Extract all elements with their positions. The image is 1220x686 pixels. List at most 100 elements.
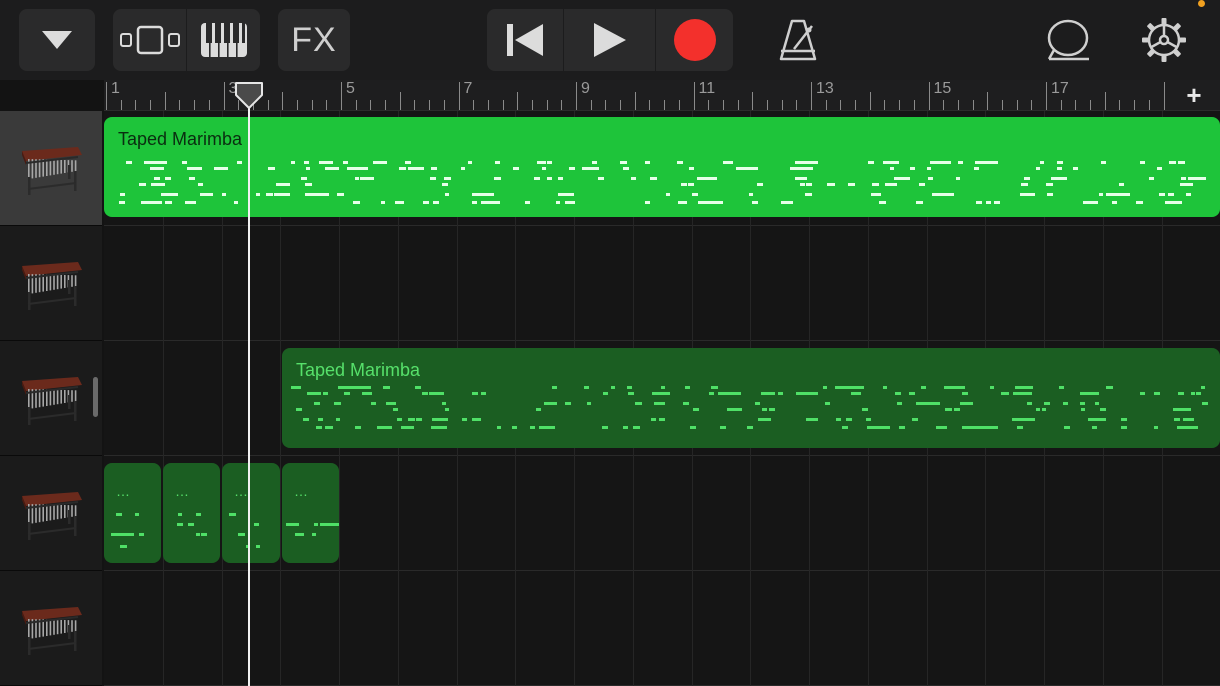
midi-note [1000,392,1007,395]
midi-region[interactable]: … [104,463,161,563]
midi-note [954,408,961,411]
midi-note [195,167,202,170]
midi-note [444,193,450,196]
midi-note [709,177,715,180]
midi-note [373,161,387,164]
ruler-bar-tick [223,82,225,110]
midi-note [311,533,317,536]
ruler-beat-tick [150,100,152,110]
ruler-bar-label: 1 [111,80,120,97]
browser-button[interactable] [19,9,95,71]
playhead-line [248,96,250,686]
midi-note [1169,161,1176,164]
midi-note [568,201,575,204]
rewind-button[interactable] [487,9,563,71]
playhead-handle[interactable] [234,81,264,111]
ruler-bar-tick [1104,92,1106,110]
midi-note [822,386,828,389]
region-title: Taped Marimba [296,360,421,380]
midi-note [623,426,628,429]
midi-note [1058,386,1064,389]
ruler-beat-tick [1119,100,1121,110]
midi-note [536,408,542,411]
track-lane[interactable] [104,571,1220,686]
ruler-beat-tick [855,100,857,110]
instrument-view-button[interactable] [187,9,260,71]
midi-note [620,161,627,164]
midi-note [651,418,657,421]
ruler-beat-tick [884,100,886,110]
settings-button[interactable] [1138,14,1190,66]
play-button[interactable] [564,9,655,71]
notification-dot [1198,0,1205,7]
midi-note [229,513,236,516]
midi-note [472,418,478,421]
track-header[interactable] [0,456,102,571]
midi-note [316,426,323,429]
midi-region[interactable]: … [222,463,280,563]
record-button[interactable] [656,9,733,71]
ruler-bar-tick [987,92,989,110]
midi-note [653,402,666,405]
ruler-beat-tick [678,100,680,110]
track-header[interactable] [0,571,102,686]
ruler-beat-tick [1134,100,1136,110]
midi-note [182,161,187,164]
midi-note [1021,392,1028,395]
midi-note [693,408,699,411]
ruler-bar-tick [517,92,519,110]
midi-note [795,392,818,395]
midi-note [537,161,544,164]
midi-note [882,386,887,389]
midi-region[interactable]: … [163,463,220,563]
ruler-bar-tick [399,92,401,110]
midi-note [644,201,650,204]
record-icon [673,19,716,61]
midi-note [120,545,127,548]
track-header[interactable] [0,111,102,226]
ruler-beat-tick [355,100,357,110]
track-lane[interactable] [104,226,1220,341]
midi-region[interactable]: … [282,463,339,563]
midi-note [362,392,368,395]
midi-note [442,183,449,186]
loop-browser-button[interactable] [1042,15,1094,65]
midi-note [151,201,158,204]
midi-note [967,426,974,429]
track-header[interactable] [0,341,102,456]
track-header[interactable] [0,226,102,341]
tracks-area[interactable]: Taped Marimba Taped Marimba………… [104,111,1220,686]
ruler-beat-tick [957,100,959,110]
midi-note [286,523,300,526]
midi-note [511,426,518,429]
midi-region[interactable]: Taped Marimba [282,348,1220,448]
add-section-button[interactable]: + [1168,80,1220,110]
timeline-ruler[interactable]: 1 3 5 7 9 11 13 15 17 [104,80,1220,111]
midi-note [809,418,817,421]
tracks-view-button[interactable] [113,9,186,71]
ruler-bar-tick [576,82,577,110]
ruler-beat-tick [1016,100,1018,110]
chevron-down-icon [42,31,72,49]
midi-note [945,408,952,411]
resize-grip[interactable] [93,377,98,417]
midi-note [268,167,275,170]
midi-note [603,392,608,395]
midi-region[interactable]: Taped Marimba [104,117,1220,217]
fx-button[interactable]: FX [278,9,350,71]
ruler-bar-label: 7 [463,80,473,97]
midi-note [355,177,360,180]
ruler-beat-tick [179,100,181,110]
region-more-icon: … [294,483,309,499]
midi-note [916,201,923,204]
midi-note [462,418,468,421]
midi-note [415,386,421,389]
midi-note [897,402,903,405]
midi-note [189,201,197,204]
metronome-button[interactable] [774,15,822,65]
midi-note [645,161,650,164]
midi-note [922,402,936,405]
midi-note [909,392,916,395]
midi-note [353,201,360,204]
midi-note [418,167,425,170]
